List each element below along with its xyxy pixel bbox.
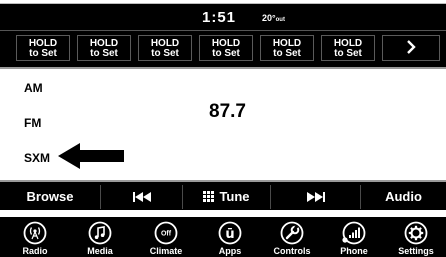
browse-button[interactable]: Browse <box>0 185 100 209</box>
dock-apps[interactable]: ū Apps <box>202 217 258 257</box>
tune-button[interactable]: Tune <box>182 185 270 209</box>
controls-icon <box>280 221 304 245</box>
seek-forward-icon <box>306 192 325 202</box>
dock-phone[interactable]: Phone <box>326 217 382 257</box>
media-icon <box>88 221 112 245</box>
preset-button-6[interactable]: HOLD to Set <box>321 35 375 61</box>
dock-label: Apps <box>218 246 242 256</box>
apps-icon: ū <box>218 221 242 245</box>
climate-icon: Off <box>154 221 178 245</box>
seek-back-icon <box>132 192 151 202</box>
dock-label: Phone <box>340 246 368 256</box>
dock-label: Climate <box>149 246 183 256</box>
apps-icon-text: ū <box>225 227 234 242</box>
preset-button-2[interactable]: HOLD to Set <box>77 35 131 61</box>
radio-icon <box>23 221 47 245</box>
band-sxm-button[interactable]: SXM <box>24 151 50 165</box>
preset-button-5[interactable]: HOLD to Set <box>260 35 314 61</box>
dock-label: Controls <box>273 246 311 256</box>
preset-sublabel: to Set <box>151 48 179 59</box>
radio-screen: 1:51 20°out HOLD to Set HOLD to Set HOLD… <box>0 0 446 257</box>
divider <box>0 210 446 217</box>
dock-label: Radio <box>22 246 48 256</box>
dock-climate[interactable]: Off Climate <box>138 217 194 257</box>
audio-label: Audio <box>385 189 422 204</box>
band-fm-button[interactable]: FM <box>24 116 41 130</box>
preset-button-1[interactable]: HOLD to Set <box>16 35 70 61</box>
seek-forward-button[interactable] <box>270 185 360 209</box>
seek-back-button[interactable] <box>100 185 182 209</box>
preset-sublabel: to Set <box>90 48 118 59</box>
station-frequency: 87.7 <box>209 101 246 122</box>
chevron-right-icon <box>407 40 416 54</box>
dock-settings[interactable]: Settings <box>388 217 444 257</box>
preset-sublabel: to Set <box>273 48 301 59</box>
dock-controls[interactable]: Controls <box>264 217 320 257</box>
band-am-button[interactable]: AM <box>24 81 43 95</box>
dock-media[interactable]: Media <box>72 217 128 257</box>
dock-radio[interactable]: Radio <box>7 217 63 257</box>
preset-sublabel: to Set <box>29 48 57 59</box>
control-bar: Browse Tune Audio <box>0 180 446 212</box>
arrow-left-icon <box>58 143 124 169</box>
presets-next-button[interactable] <box>382 35 440 61</box>
dock-label: Settings <box>398 246 434 256</box>
phone-icon <box>342 221 366 245</box>
clock: 1:51 <box>202 9 237 26</box>
preset-button-3[interactable]: HOLD to Set <box>138 35 192 61</box>
status-bar: 1:51 20°out <box>0 4 446 30</box>
climate-icon-text: Off <box>161 231 172 238</box>
preset-bar: HOLD to Set HOLD to Set HOLD to Set HOLD… <box>0 30 446 69</box>
browse-label: Browse <box>26 189 74 204</box>
grid-icon <box>203 191 215 202</box>
app-dock: Radio Media Off Climate ū Apps Controls … <box>0 217 446 257</box>
audio-button[interactable]: Audio <box>360 185 446 209</box>
outside-temperature: 20°out <box>262 13 285 23</box>
settings-icon <box>404 221 428 245</box>
preset-sublabel: to Set <box>212 48 240 59</box>
tune-label: Tune <box>219 189 250 204</box>
dock-label: Media <box>87 246 113 256</box>
preset-sublabel: to Set <box>334 48 362 59</box>
preset-button-4[interactable]: HOLD to Set <box>199 35 253 61</box>
temperature-suffix: out <box>275 17 285 23</box>
temperature-value: 20° <box>262 13 276 23</box>
